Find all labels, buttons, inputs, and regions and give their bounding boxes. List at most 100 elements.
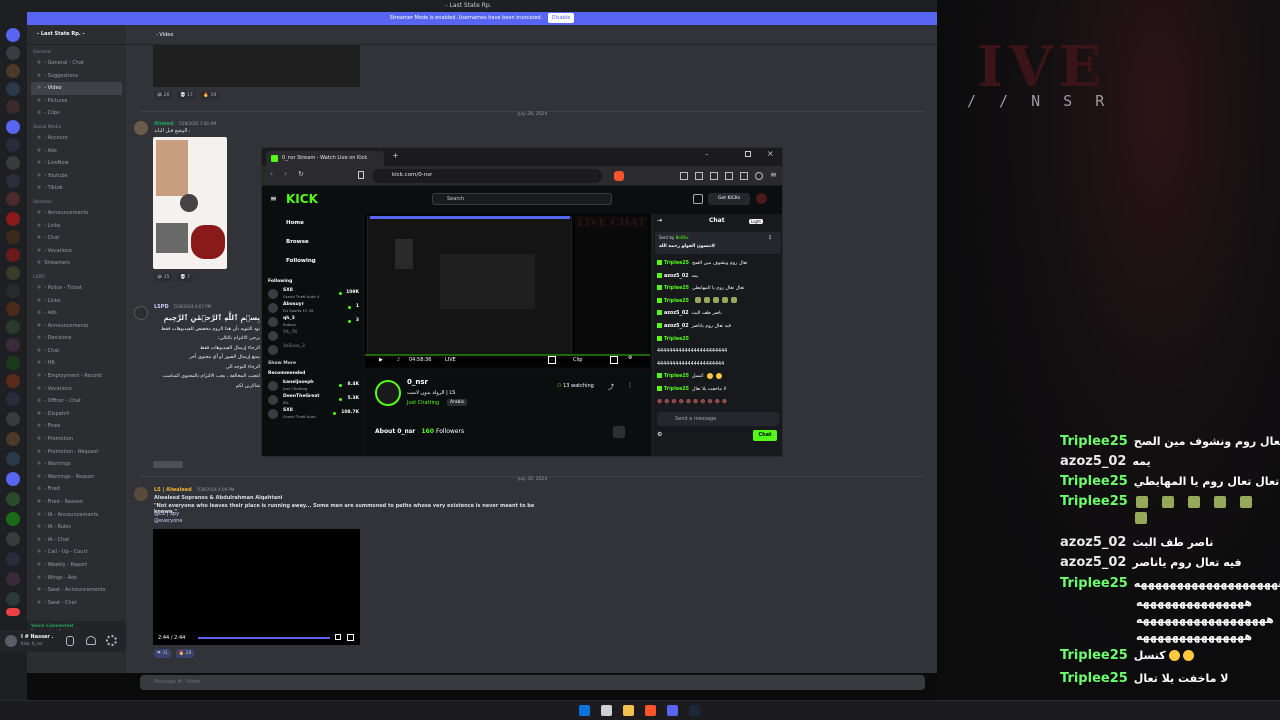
maximize-icon[interactable] bbox=[745, 151, 751, 157]
server-icon[interactable] bbox=[6, 212, 20, 226]
steam-icon[interactable] bbox=[689, 705, 700, 716]
clip-button[interactable]: Clip bbox=[573, 357, 582, 363]
mention[interactable]: @LS | Spy bbox=[154, 511, 179, 517]
server-icon[interactable] bbox=[6, 248, 20, 262]
server-icon[interactable] bbox=[6, 46, 20, 60]
sidebar-channel[interactable]: kaneljoseph Just Chatting 8.4K bbox=[262, 379, 362, 393]
channel-item[interactable]: # - Links bbox=[27, 295, 126, 308]
channel-item[interactable]: # - Weekly - Report bbox=[27, 559, 126, 572]
channel-item[interactable]: # - Announcements bbox=[27, 320, 126, 333]
server-icon[interactable] bbox=[6, 82, 20, 96]
channel-item[interactable]: # - Video bbox=[31, 82, 122, 95]
server-icon[interactable] bbox=[6, 64, 20, 78]
channel-item[interactable]: # - Chat bbox=[27, 345, 126, 358]
channel-item[interactable]: # - Pictures bbox=[27, 95, 126, 108]
server-icon[interactable] bbox=[6, 532, 20, 546]
avatar[interactable] bbox=[134, 121, 148, 135]
server-icon[interactable] bbox=[6, 492, 20, 506]
channel-item[interactable]: # - IA - Rules bbox=[27, 521, 126, 534]
channel-item[interactable]: # - Dispatch bbox=[27, 408, 126, 421]
chat-username[interactable]: Triplee25 bbox=[664, 286, 689, 291]
channel-item[interactable]: # - Decisions bbox=[27, 332, 126, 345]
server-icon[interactable] bbox=[6, 284, 20, 298]
nav-browse[interactable]: Browse bbox=[262, 233, 362, 252]
channel-item[interactable]: # - Announcements bbox=[27, 207, 126, 220]
video-progress[interactable] bbox=[198, 637, 330, 639]
server-icon[interactable] bbox=[6, 374, 20, 388]
chat-username[interactable]: Triplee25 bbox=[664, 374, 689, 379]
server-icon[interactable] bbox=[6, 412, 20, 426]
extension-icon[interactable] bbox=[680, 172, 688, 180]
emote-bar[interactable]: ☻☻☻☻☻☻☻☻☻☻ bbox=[657, 399, 779, 407]
sidebar-channel[interactable]: 3zZom_2 bbox=[262, 343, 362, 357]
server-icon[interactable] bbox=[6, 302, 20, 316]
channel-item[interactable]: # - IA - Announcements bbox=[27, 509, 126, 522]
gear-icon[interactable]: ⚙ bbox=[628, 355, 632, 361]
mention-everyone[interactable]: @everyone bbox=[154, 518, 182, 524]
nav-home[interactable]: Home bbox=[262, 214, 362, 233]
close-icon[interactable]: × bbox=[767, 149, 774, 158]
channel-item[interactable]: # - Ads bbox=[27, 307, 126, 320]
server-icon[interactable] bbox=[6, 452, 20, 466]
headphones-icon[interactable] bbox=[86, 636, 96, 645]
calendar-icon[interactable] bbox=[601, 705, 612, 716]
author-name[interactable]: LS | Alwaleed bbox=[154, 487, 192, 493]
play-icon[interactable]: ▶ bbox=[379, 357, 383, 363]
channel-item[interactable]: # - Links bbox=[27, 220, 126, 233]
server-icon-home[interactable] bbox=[6, 28, 20, 42]
channel-item[interactable]: # - Warnings bbox=[27, 458, 126, 471]
server-icon[interactable] bbox=[6, 156, 20, 170]
fullscreen-icon[interactable] bbox=[610, 356, 618, 364]
reaction[interactable]: ❤ 31 bbox=[154, 649, 171, 658]
chat-username[interactable]: Triplee25 bbox=[664, 387, 689, 392]
server-name[interactable]: - Last State Rp. - bbox=[27, 25, 126, 45]
server-icon[interactable] bbox=[6, 592, 20, 606]
channel-item[interactable]: # - Fired - Reason bbox=[27, 496, 126, 509]
server-icon[interactable] bbox=[6, 392, 20, 406]
library-icon[interactable] bbox=[693, 194, 703, 204]
reaction[interactable]: 🔥 19 bbox=[200, 91, 220, 100]
channel-category[interactable]: LSPD bbox=[27, 270, 126, 282]
channel-item[interactable]: # - Employment - Record bbox=[27, 370, 126, 383]
fullscreen-icon[interactable] bbox=[347, 634, 354, 641]
channel-item[interactable]: # - Tiktok bbox=[27, 182, 126, 195]
back-icon[interactable]: ‹ bbox=[270, 169, 273, 178]
server-icon[interactable] bbox=[6, 120, 20, 134]
channel-item[interactable]: # - Wings - Ads bbox=[27, 572, 126, 585]
server-icon[interactable] bbox=[6, 432, 20, 446]
get-kicks-button[interactable]: Get KICKs bbox=[708, 193, 750, 205]
avatar[interactable] bbox=[375, 380, 401, 406]
folder-icon[interactable] bbox=[623, 705, 634, 716]
sidebar-channel[interactable]: SX8 Grand Theft Auto V 109K bbox=[262, 287, 362, 301]
server-icon[interactable] bbox=[6, 338, 20, 352]
forward-icon[interactable]: › bbox=[284, 169, 287, 178]
more-icon[interactable]: ⋮ bbox=[627, 382, 633, 389]
message-input[interactable]: Message # - Video bbox=[140, 675, 925, 690]
chat-username[interactable]: azoz5_02 bbox=[664, 274, 689, 279]
server-icon[interactable] bbox=[6, 356, 20, 370]
chat-username[interactable]: Triplee25 bbox=[664, 261, 689, 266]
channel-item[interactable]: # - Call - Up - Court bbox=[27, 546, 126, 559]
server-icon[interactable] bbox=[6, 266, 20, 280]
server-icon[interactable] bbox=[6, 572, 20, 586]
channel-item[interactable]: # - Promotion bbox=[27, 433, 126, 446]
channel-item[interactable]: # - Account bbox=[27, 132, 126, 145]
server-icon[interactable] bbox=[6, 138, 20, 152]
stream-video[interactable]: LIVE CHAT bbox=[365, 214, 650, 366]
extension-icon[interactable] bbox=[740, 172, 748, 180]
menu-icon[interactable]: ≡ bbox=[770, 170, 777, 179]
channel-category[interactable]: Social Media bbox=[27, 120, 126, 132]
server-icon[interactable] bbox=[6, 552, 20, 566]
channel-item[interactable]: # - Youtube bbox=[27, 170, 126, 183]
chat-username[interactable]: azoz5_02 bbox=[664, 324, 689, 329]
sidebar-channel[interactable]: qh_3 Roblox 3 bbox=[262, 315, 362, 329]
profile-icon[interactable] bbox=[755, 172, 763, 180]
settings-icon[interactable]: ⚙ bbox=[657, 431, 662, 438]
channel-item[interactable]: # - Chat bbox=[27, 232, 126, 245]
discord-icon[interactable] bbox=[667, 705, 678, 716]
channel-category[interactable]: Streams bbox=[27, 195, 126, 207]
streamer-name[interactable]: 0_nsr bbox=[407, 378, 428, 386]
channel-item[interactable]: # - Police - Ticket bbox=[27, 282, 126, 295]
sidebar-channel[interactable]: SX8 Grand Theft Auto 108.7K bbox=[262, 407, 362, 421]
video-embed-top[interactable] bbox=[153, 45, 360, 87]
